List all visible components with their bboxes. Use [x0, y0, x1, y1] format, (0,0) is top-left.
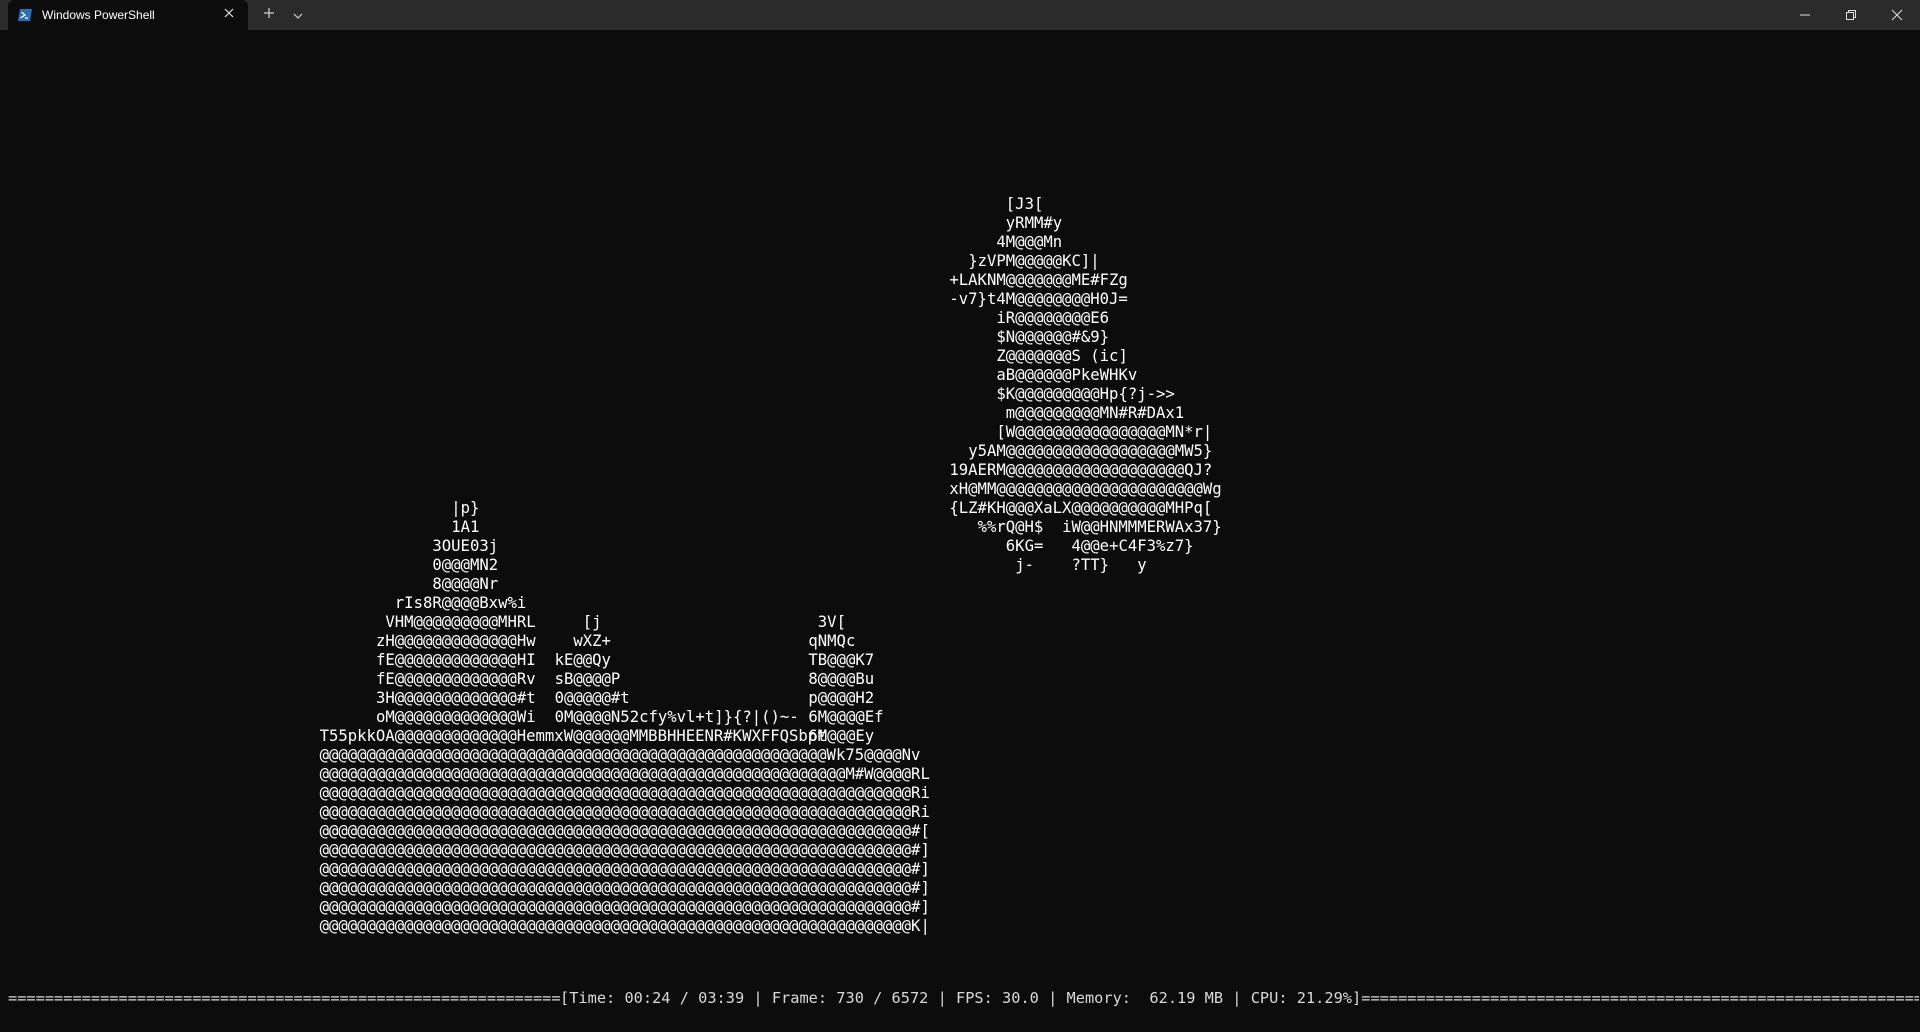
ascii-art-row: 0@@@MN2	[432, 556, 499, 574]
ascii-art-row: 8@@@@Nr	[432, 575, 499, 593]
ascii-art-row: fE@@@@@@@@@@@@@Rv	[376, 670, 536, 688]
tab-title: Windows PowerShell	[42, 8, 155, 22]
minimize-icon	[1800, 14, 1810, 16]
restore-icon	[1846, 10, 1856, 20]
ascii-art-row: kE@@Qy	[554, 651, 611, 669]
tab-windows-powershell[interactable]: Windows PowerShell	[8, 0, 248, 30]
ascii-art-row: 3H@@@@@@@@@@@@@#t	[376, 689, 536, 707]
ascii-art-row: aB@@@@@@PkeWHKv	[996, 366, 1138, 384]
maximize-button[interactable]	[1828, 0, 1874, 30]
ascii-art-row: qNMQc	[808, 632, 856, 650]
ascii-art-row: 6M@@@Ey	[808, 727, 875, 745]
ascii-art-row: @@@@@@@@@@@@@@@@@@@@@@@@@@@@@@@@@@@@@@@@…	[319, 879, 930, 897]
ascii-art-row: 8@@@@Bu	[808, 670, 875, 688]
ascii-art-row: [W@@@@@@@@@@@@@@@@MN*r|	[996, 423, 1213, 441]
ascii-art-row: Z@@@@@@@S (ic]	[996, 347, 1128, 365]
ascii-art-row: }zVPM@@@@@KC]|	[968, 252, 1100, 270]
ascii-art-row: rIs8R@@@@Bxw%i	[394, 594, 527, 612]
status-bar: ========================================…	[8, 989, 1919, 1007]
ascii-art-row: zH@@@@@@@@@@@@@Hw	[376, 632, 536, 650]
ascii-art-row: 3OUE03j	[432, 537, 499, 555]
status-divider-right: ========================================…	[1361, 989, 1920, 1007]
ascii-art-row: @@@@@@@@@@@@@@@@@@@@@@@@@@@@@@@@@@@@@@@@…	[319, 803, 930, 821]
status-divider-left: ========================================…	[8, 989, 560, 1007]
powershell-icon	[18, 8, 32, 21]
ascii-art-row: @@@@@@@@@@@@@@@@@@@@@@@@@@@@@@@@@@@@@@@@…	[319, 784, 930, 802]
close-icon[interactable]	[222, 6, 236, 20]
ascii-art-row: @@@@@@@@@@@@@@@@@@@@@@@@@@@@@@@@@@@@@@@@…	[319, 822, 930, 840]
ascii-art-row: 19AERM@@@@@@@@@@@@@@@@@@@QJ?	[949, 461, 1213, 479]
ascii-art-row: VHM@@@@@@@@@MHRL	[385, 613, 536, 631]
ascii-art-row: @@@@@@@@@@@@@@@@@@@@@@@@@@@@@@@@@@@@@@@@…	[319, 841, 930, 859]
ascii-art-row: 4M@@@Mn	[996, 233, 1063, 251]
ascii-art-row: {LZ#KH@@@XaLX@@@@@@@@@@MHPq[	[949, 499, 1213, 517]
ascii-art-row: fE@@@@@@@@@@@@@HI	[376, 651, 536, 669]
status-text: [Time: 00:24 / 03:39 | Frame: 730 / 6572…	[560, 989, 1362, 1007]
ascii-art-row: [J3[	[1005, 195, 1044, 213]
close-window-button[interactable]	[1874, 0, 1920, 30]
ascii-art-row: m@@@@@@@@@MN#R#DAx1	[1005, 404, 1185, 422]
ascii-art-row: TB@@@K7	[808, 651, 875, 669]
title-bar[interactable]: Windows PowerShell	[0, 0, 1920, 30]
terminal-content[interactable]: [J3[yRMM#y 4M@@@Mn}zVPM@@@@@KC]| +LAKNM@@@…	[0, 30, 1920, 1032]
ascii-art-row: T55pkkOA@@@@@@@@@@@@@HemmxW@@@@@@MMBBHHE…	[319, 727, 827, 745]
ascii-art-row: |p}	[451, 499, 480, 517]
ascii-art-row: 1A1	[451, 518, 480, 536]
ascii-art-row: oM@@@@@@@@@@@@@Wi	[376, 708, 536, 726]
minimize-button[interactable]	[1782, 0, 1828, 30]
ascii-art-row: [j	[582, 613, 602, 631]
ascii-art-row: xH@MM@@@@@@@@@@@@@@@@@@@@@@Wg	[949, 480, 1222, 498]
ascii-art-row: @@@@@@@@@@@@@@@@@@@@@@@@@@@@@@@@@@@@@@@@…	[319, 898, 930, 916]
chevron-down-icon	[293, 13, 303, 19]
ascii-art-row: yRMM#y	[1005, 214, 1063, 232]
ascii-art-row: y5AM@@@@@@@@@@@@@@@@@@MW5}	[968, 442, 1213, 460]
ascii-art-row: $N@@@@@@#&9}	[996, 328, 1110, 346]
ascii-art-row: iR@@@@@@@@E6	[996, 309, 1110, 327]
terminal-window: Windows PowerShell [J3[yRMM#y 4M@@@Mn}…	[0, 0, 1920, 1032]
ascii-art-row: %%rQ@H$ iW@@HNMMMERWAx37}	[977, 518, 1222, 536]
new-tab-button[interactable]	[262, 6, 276, 20]
ascii-art-row: 6M@@@@Ef	[808, 708, 884, 726]
ascii-art-row: wXZ+	[573, 632, 611, 650]
ascii-art-row: 6KG= 4@@e+C4F3%z7}	[1005, 537, 1194, 555]
ascii-art-row: @@@@@@@@@@@@@@@@@@@@@@@@@@@@@@@@@@@@@@@@…	[319, 860, 930, 878]
ascii-art-row: 3V[	[817, 613, 846, 631]
ascii-art-row: @@@@@@@@@@@@@@@@@@@@@@@@@@@@@@@@@@@@@@@@…	[319, 917, 930, 935]
ascii-art-row: j- ?TT} y	[1015, 556, 1147, 574]
ascii-art-row: +LAKNM@@@@@@@ME#FZg	[949, 271, 1128, 289]
ascii-art-row: p@@@@H2	[808, 689, 875, 707]
ascii-art-row: 0M@@@@N52cfy%vl+t]}{?|()~-	[554, 708, 799, 726]
plus-icon	[264, 8, 274, 18]
ascii-art-row: sB@@@@P	[554, 670, 621, 688]
ascii-art-row: -v7}t4M@@@@@@@@H0J=	[949, 290, 1128, 308]
ascii-art-row: $K@@@@@@@@@Hp{?j->>	[996, 385, 1175, 403]
ascii-art-row: @@@@@@@@@@@@@@@@@@@@@@@@@@@@@@@@@@@@@@@@…	[319, 765, 930, 783]
ascii-art-row: 0@@@@@#t	[554, 689, 630, 707]
ascii-art-row: @@@@@@@@@@@@@@@@@@@@@@@@@@@@@@@@@@@@@@@@…	[319, 746, 921, 764]
tab-dropdown-button[interactable]	[292, 8, 304, 19]
close-icon	[1891, 9, 1903, 21]
